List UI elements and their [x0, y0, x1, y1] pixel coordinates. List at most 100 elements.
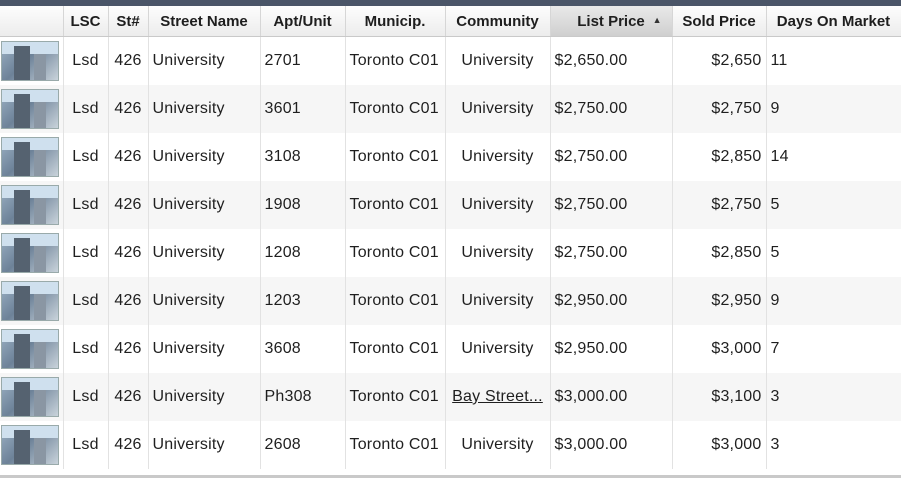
lsc-cell-text: Lsd	[72, 52, 99, 69]
st-num-cell: 426	[108, 325, 149, 373]
col-header-sold-price[interactable]: Sold Price	[672, 6, 767, 37]
st-num-cell-text: 426	[114, 52, 142, 69]
municip-cell: Toronto C01	[345, 133, 446, 181]
lsc-cell: Lsd	[63, 133, 109, 181]
lsc-cell: Lsd	[63, 373, 109, 421]
listing-photo-thumbnail[interactable]	[1, 329, 59, 369]
listing-photo-thumbnail[interactable]	[1, 137, 59, 177]
sold-price-cell: $3,000	[672, 325, 767, 373]
table-row[interactable]: Lsd 426 University 1203 Toronto C01 Universit…	[0, 277, 901, 325]
apt-unit-cell-text: 2608	[264, 436, 301, 453]
list-price-cell: $2,750.00	[550, 133, 673, 181]
days-on-market-cell: 11	[766, 36, 901, 85]
table-row[interactable]: Lsd 426 University 3601 Toronto C01 Universit…	[0, 85, 901, 133]
sold-price-cell-text: $2,950	[711, 292, 762, 309]
community-cell: University	[445, 181, 551, 229]
listing-photo-thumbnail[interactable]	[1, 281, 59, 321]
st-num-cell: 426	[108, 229, 149, 277]
sold-price-cell: $2,650	[672, 36, 767, 85]
st-num-cell-text: 426	[114, 148, 142, 165]
lsc-cell-text: Lsd	[72, 244, 99, 261]
apt-unit-cell-text: Ph308	[264, 388, 312, 405]
col-header-apt-unit[interactable]: Apt/Unit	[260, 6, 346, 37]
days-on-market-cell-text: 5	[770, 196, 780, 213]
listing-photo-thumbnail[interactable]	[1, 425, 59, 465]
list-price-cell: $2,750.00	[550, 181, 673, 229]
community-cell-text: University	[461, 436, 534, 453]
days-on-market-cell-text: 3	[770, 436, 780, 453]
table-row[interactable]: Lsd 426 University 1908 Toronto C01 Universit…	[0, 181, 901, 229]
apt-unit-cell: Ph308	[260, 373, 346, 421]
sold-price-cell: $3,000	[672, 421, 767, 469]
photo-cell[interactable]	[0, 181, 64, 229]
municip-cell-text: Toronto C01	[349, 244, 439, 261]
col-header-street-name-label: Street Name	[160, 12, 248, 30]
street-name-cell: University	[148, 277, 261, 325]
community-cell: University	[445, 133, 551, 181]
photo-cell[interactable]	[0, 229, 64, 277]
community-link[interactable]: Bay Street...	[452, 388, 543, 405]
street-name-cell-text: University	[152, 196, 225, 213]
col-header-community[interactable]: Community	[445, 6, 551, 37]
street-name-cell: University	[148, 181, 261, 229]
photo-cell[interactable]	[0, 133, 64, 181]
st-num-cell: 426	[108, 421, 149, 469]
community-cell: University	[445, 229, 551, 277]
days-on-market-cell-text: 14	[770, 148, 789, 165]
street-name-cell: University	[148, 36, 261, 85]
list-price-cell-text: $3,000.00	[554, 436, 628, 453]
municip-cell: Toronto C01	[345, 36, 446, 85]
table-row[interactable]: Lsd 426 University 2608 Toronto C01 Universit…	[0, 421, 901, 469]
col-header-st-num[interactable]: St#	[108, 6, 149, 37]
days-on-market-cell: 3	[766, 373, 901, 421]
lsc-cell-text: Lsd	[72, 196, 99, 213]
apt-unit-cell: 3601	[260, 85, 346, 133]
col-header-photo	[0, 6, 64, 37]
table-row[interactable]: Lsd 426 University 2701 Toronto C01 Universit…	[0, 36, 901, 85]
sold-price-cell: $3,100	[672, 373, 767, 421]
table-row[interactable]: Lsd 426 University 3608 Toronto C01 Universit…	[0, 325, 901, 373]
street-name-cell-text: University	[152, 148, 225, 165]
listing-photo-thumbnail[interactable]	[1, 41, 59, 81]
apt-unit-cell: 1908	[260, 181, 346, 229]
sold-price-cell-text: $2,650	[711, 52, 762, 69]
col-header-municip[interactable]: Municip.	[345, 6, 446, 37]
apt-unit-cell: 1208	[260, 229, 346, 277]
street-name-cell: University	[148, 421, 261, 469]
col-header-street-name[interactable]: Street Name	[148, 6, 261, 37]
photo-cell[interactable]	[0, 36, 64, 85]
sold-price-cell-text: $2,750	[711, 196, 762, 213]
col-header-lsc[interactable]: LSC	[63, 6, 109, 37]
listing-photo-thumbnail[interactable]	[1, 89, 59, 129]
table-row[interactable]: Lsd 426 University 3108 Toronto C01 Universit…	[0, 133, 901, 181]
photo-cell[interactable]	[0, 85, 64, 133]
municip-cell-text: Toronto C01	[349, 388, 439, 405]
photo-cell[interactable]	[0, 325, 64, 373]
street-name-cell-text: University	[152, 100, 225, 117]
photo-cell[interactable]	[0, 373, 64, 421]
days-on-market-cell: 3	[766, 421, 901, 469]
street-name-cell: University	[148, 229, 261, 277]
st-num-cell-text: 426	[114, 292, 142, 309]
listing-photo-thumbnail[interactable]	[1, 185, 59, 225]
municip-cell: Toronto C01	[345, 85, 446, 133]
col-header-days-on-market[interactable]: Days On Market	[766, 6, 901, 37]
table-row[interactable]: Lsd 426 University 1208 Toronto C01 Universit…	[0, 229, 901, 277]
street-name-cell-text: University	[152, 388, 225, 405]
col-header-municip-label: Municip.	[364, 12, 426, 30]
municip-cell: Toronto C01	[345, 277, 446, 325]
municip-cell: Toronto C01	[345, 325, 446, 373]
col-header-days-on-market-label: Days On Market	[776, 12, 891, 30]
apt-unit-cell-text: 1203	[264, 292, 301, 309]
listing-photo-thumbnail[interactable]	[1, 233, 59, 273]
listing-photo-thumbnail[interactable]	[1, 377, 59, 417]
col-header-list-price-label: List Price	[577, 12, 645, 30]
photo-cell[interactable]	[0, 277, 64, 325]
municip-cell-text: Toronto C01	[349, 196, 439, 213]
photo-cell[interactable]	[0, 421, 64, 469]
table-row[interactable]: Lsd 426 University Ph308 Toronto C01 Bay Stre…	[0, 373, 901, 421]
col-header-community-label: Community	[456, 12, 539, 30]
col-header-list-price[interactable]: List Price ▲	[550, 6, 673, 37]
municip-cell: Toronto C01	[345, 229, 446, 277]
listings-grid: LSC St# Street Name Apt/Unit Municip. Co…	[0, 6, 901, 469]
